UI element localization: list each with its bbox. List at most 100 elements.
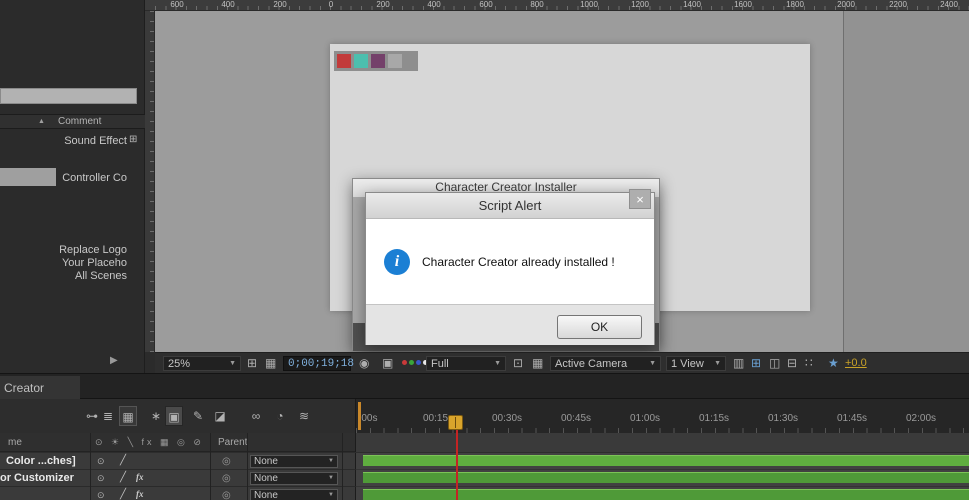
pick-whip-icon[interactable]: ◎	[222, 456, 231, 467]
timecode-display[interactable]: 0;00;19;18	[283, 356, 355, 371]
ruler-tick-label: 600	[170, 0, 184, 9]
grid-overlay-icon[interactable]: ▥	[733, 353, 744, 374]
draft-3d-button[interactable]: ▦	[119, 406, 137, 426]
tab-creator[interactable]: Creator	[0, 376, 80, 400]
parent-column-header[interactable]: Parent	[218, 437, 247, 448]
camera-icon[interactable]: ◉	[359, 353, 369, 374]
ruler-tick-label: 1200	[631, 0, 649, 9]
transparency-grid-icon[interactable]: ▦	[265, 353, 276, 374]
layer-item-sound-effect[interactable]: Sound Effect	[0, 134, 127, 148]
timeline-toolbar: ⊶ ≣ ▦ ∗ ▣ ✎ ◪ ∞ ◔ ≋	[0, 399, 355, 433]
tab-label: Creator	[4, 381, 45, 395]
panel-scroll-thumb[interactable]	[0, 88, 137, 104]
pick-whip-icon[interactable]: ◎	[222, 490, 231, 500]
color-swatch	[354, 54, 368, 68]
layer-lane	[355, 470, 969, 487]
live-update-button[interactable]: ▣	[165, 406, 183, 426]
alert-title: Script Alert	[478, 198, 542, 213]
current-time-indicator-line[interactable]	[456, 430, 458, 500]
current-time-indicator-head[interactable]	[448, 415, 463, 430]
info-icon: i	[384, 248, 410, 275]
snapshot-icon[interactable]: ▣	[382, 353, 393, 374]
rgb-channels-icon[interactable]	[402, 360, 428, 365]
timeline-tab-strip: Creator	[0, 373, 969, 400]
chevron-down-icon: ▼	[229, 360, 236, 367]
eye-icon[interactable]: ⊙	[97, 456, 105, 467]
checkerboard-icon[interactable]: ▦	[532, 353, 543, 374]
layer-name[interactable]: or Customizer	[0, 472, 74, 484]
green-channel-dot	[409, 360, 414, 365]
timeline-rows: Color ...ches] ⊙ ╱ ◎ None ▼ or Customize…	[0, 452, 969, 500]
name-column-header[interactable]: me	[8, 437, 22, 448]
layer-item-placeholder[interactable]: Your Placeho	[0, 256, 127, 270]
alert-titlebar[interactable]: Script Alert	[366, 193, 654, 219]
fx-badge: fx	[136, 472, 144, 482]
comment-header-label: Comment	[58, 116, 102, 127]
chevron-down-icon: ▼	[328, 458, 334, 464]
layer-lane	[355, 487, 969, 500]
comp-flowchart-icon[interactable]: ≣	[99, 406, 117, 426]
ruler-tick-label: 0	[328, 0, 334, 9]
camera-view-dropdown[interactable]: Active Camera ▼	[550, 356, 661, 371]
time-label: 00:30s	[491, 413, 523, 424]
fx-badge: fx	[136, 489, 144, 499]
vertical-ruler[interactable]	[145, 11, 155, 352]
rulers-icon[interactable]: ∷	[805, 353, 813, 374]
layer-item-replace-logo[interactable]: Replace Logo	[0, 243, 127, 257]
layer-item-all-scenes[interactable]: All Scenes	[0, 269, 127, 283]
ok-button[interactable]: OK	[557, 315, 642, 339]
resolution-dropdown[interactable]: Full ▼	[426, 356, 506, 371]
mask-visibility-icon[interactable]: ◫	[769, 353, 780, 374]
panel-expand-arrow[interactable]: ▶	[110, 355, 118, 366]
pick-whip-icon[interactable]: ◎	[222, 473, 231, 484]
eraser-icon[interactable]: ◪	[211, 406, 229, 426]
time-label: 02:00s	[905, 413, 937, 424]
layer-row[interactable]: ⊙ ╱ fx ◎ None ▼	[0, 487, 355, 500]
quality-icon[interactable]: ╱	[120, 455, 126, 466]
quality-icon[interactable]: ╱	[120, 489, 126, 500]
timeline-ruler[interactable]: :00s 00:15s 00:30s 00:45s 01:00s 01:15s …	[355, 399, 969, 433]
layer-row[interactable]: or Customizer ⊙ ╱ fx ◎ None ▼	[0, 470, 355, 487]
eye-icon[interactable]: ⊙	[97, 490, 105, 500]
graph-editor-pencil-icon[interactable]: ✎	[189, 406, 207, 426]
guides-icon[interactable]: ⊟	[787, 353, 797, 374]
zoom-dropdown[interactable]: 25% ▼	[163, 356, 241, 371]
time-label: 01:45s	[836, 413, 868, 424]
ruler-tick-label: 200	[376, 0, 390, 9]
clock-icon[interactable]: ◔	[271, 406, 289, 426]
motion-blur-icon[interactable]: ≋	[295, 406, 313, 426]
viewport-toolbar: 25% ▼ ⊞ ▦ 0;00;19;18 ◉ ▣ Full ▼ ⊡ ▦ Acti…	[155, 352, 969, 373]
motion-sketch-icon[interactable]: ∗	[147, 406, 165, 426]
view-layout-dropdown[interactable]: 1 View ▼	[666, 356, 726, 371]
parent-dropdown[interactable]: None ▼	[250, 455, 338, 468]
exposure-control[interactable]: +0.0	[845, 357, 867, 369]
layer-duration-bar[interactable]	[363, 455, 969, 466]
ruler-tick-label: 400	[221, 0, 235, 9]
proportional-grid-icon[interactable]: ⊞	[751, 353, 761, 374]
comment-column-header[interactable]: ▲ Comment	[0, 114, 145, 129]
binoculars-icon[interactable]: ∞	[247, 406, 265, 426]
grid-icon[interactable]: ⊞	[247, 353, 257, 374]
parent-dropdown[interactable]: None ▼	[250, 472, 338, 485]
layer-name[interactable]: Color ...ches]	[6, 455, 76, 467]
horizontal-ruler[interactable]: 600 400 200 0 200 400 600 800 1000 1200 …	[155, 0, 969, 11]
timecode-value: 0;00;19;18	[288, 357, 355, 370]
time-label: 01:00s	[629, 413, 661, 424]
info-glyph: i	[394, 252, 400, 270]
eye-icon[interactable]: ⊙	[97, 473, 105, 484]
fast-previews-icon[interactable]: ★	[828, 353, 839, 374]
parent-value: None	[254, 473, 278, 484]
region-of-interest-icon[interactable]: ⊡	[513, 353, 523, 374]
close-button[interactable]: ×	[629, 189, 651, 209]
layer-duration-bar[interactable]	[363, 472, 969, 483]
parent-dropdown[interactable]: None ▼	[250, 489, 338, 500]
ruler-tick-label: 2400	[940, 0, 958, 9]
quality-icon[interactable]: ╱	[120, 472, 126, 483]
chevron-down-icon: ▼	[494, 360, 501, 367]
ruler-tick-label: 400	[427, 0, 441, 9]
work-area-marker[interactable]	[358, 402, 361, 430]
layer-row[interactable]: Color ...ches] ⊙ ╱ ◎ None ▼	[0, 453, 355, 470]
alert-footer: OK	[366, 304, 654, 345]
layer-item-controller[interactable]: Controller Co	[0, 171, 127, 185]
layer-duration-bar[interactable]	[363, 489, 969, 500]
